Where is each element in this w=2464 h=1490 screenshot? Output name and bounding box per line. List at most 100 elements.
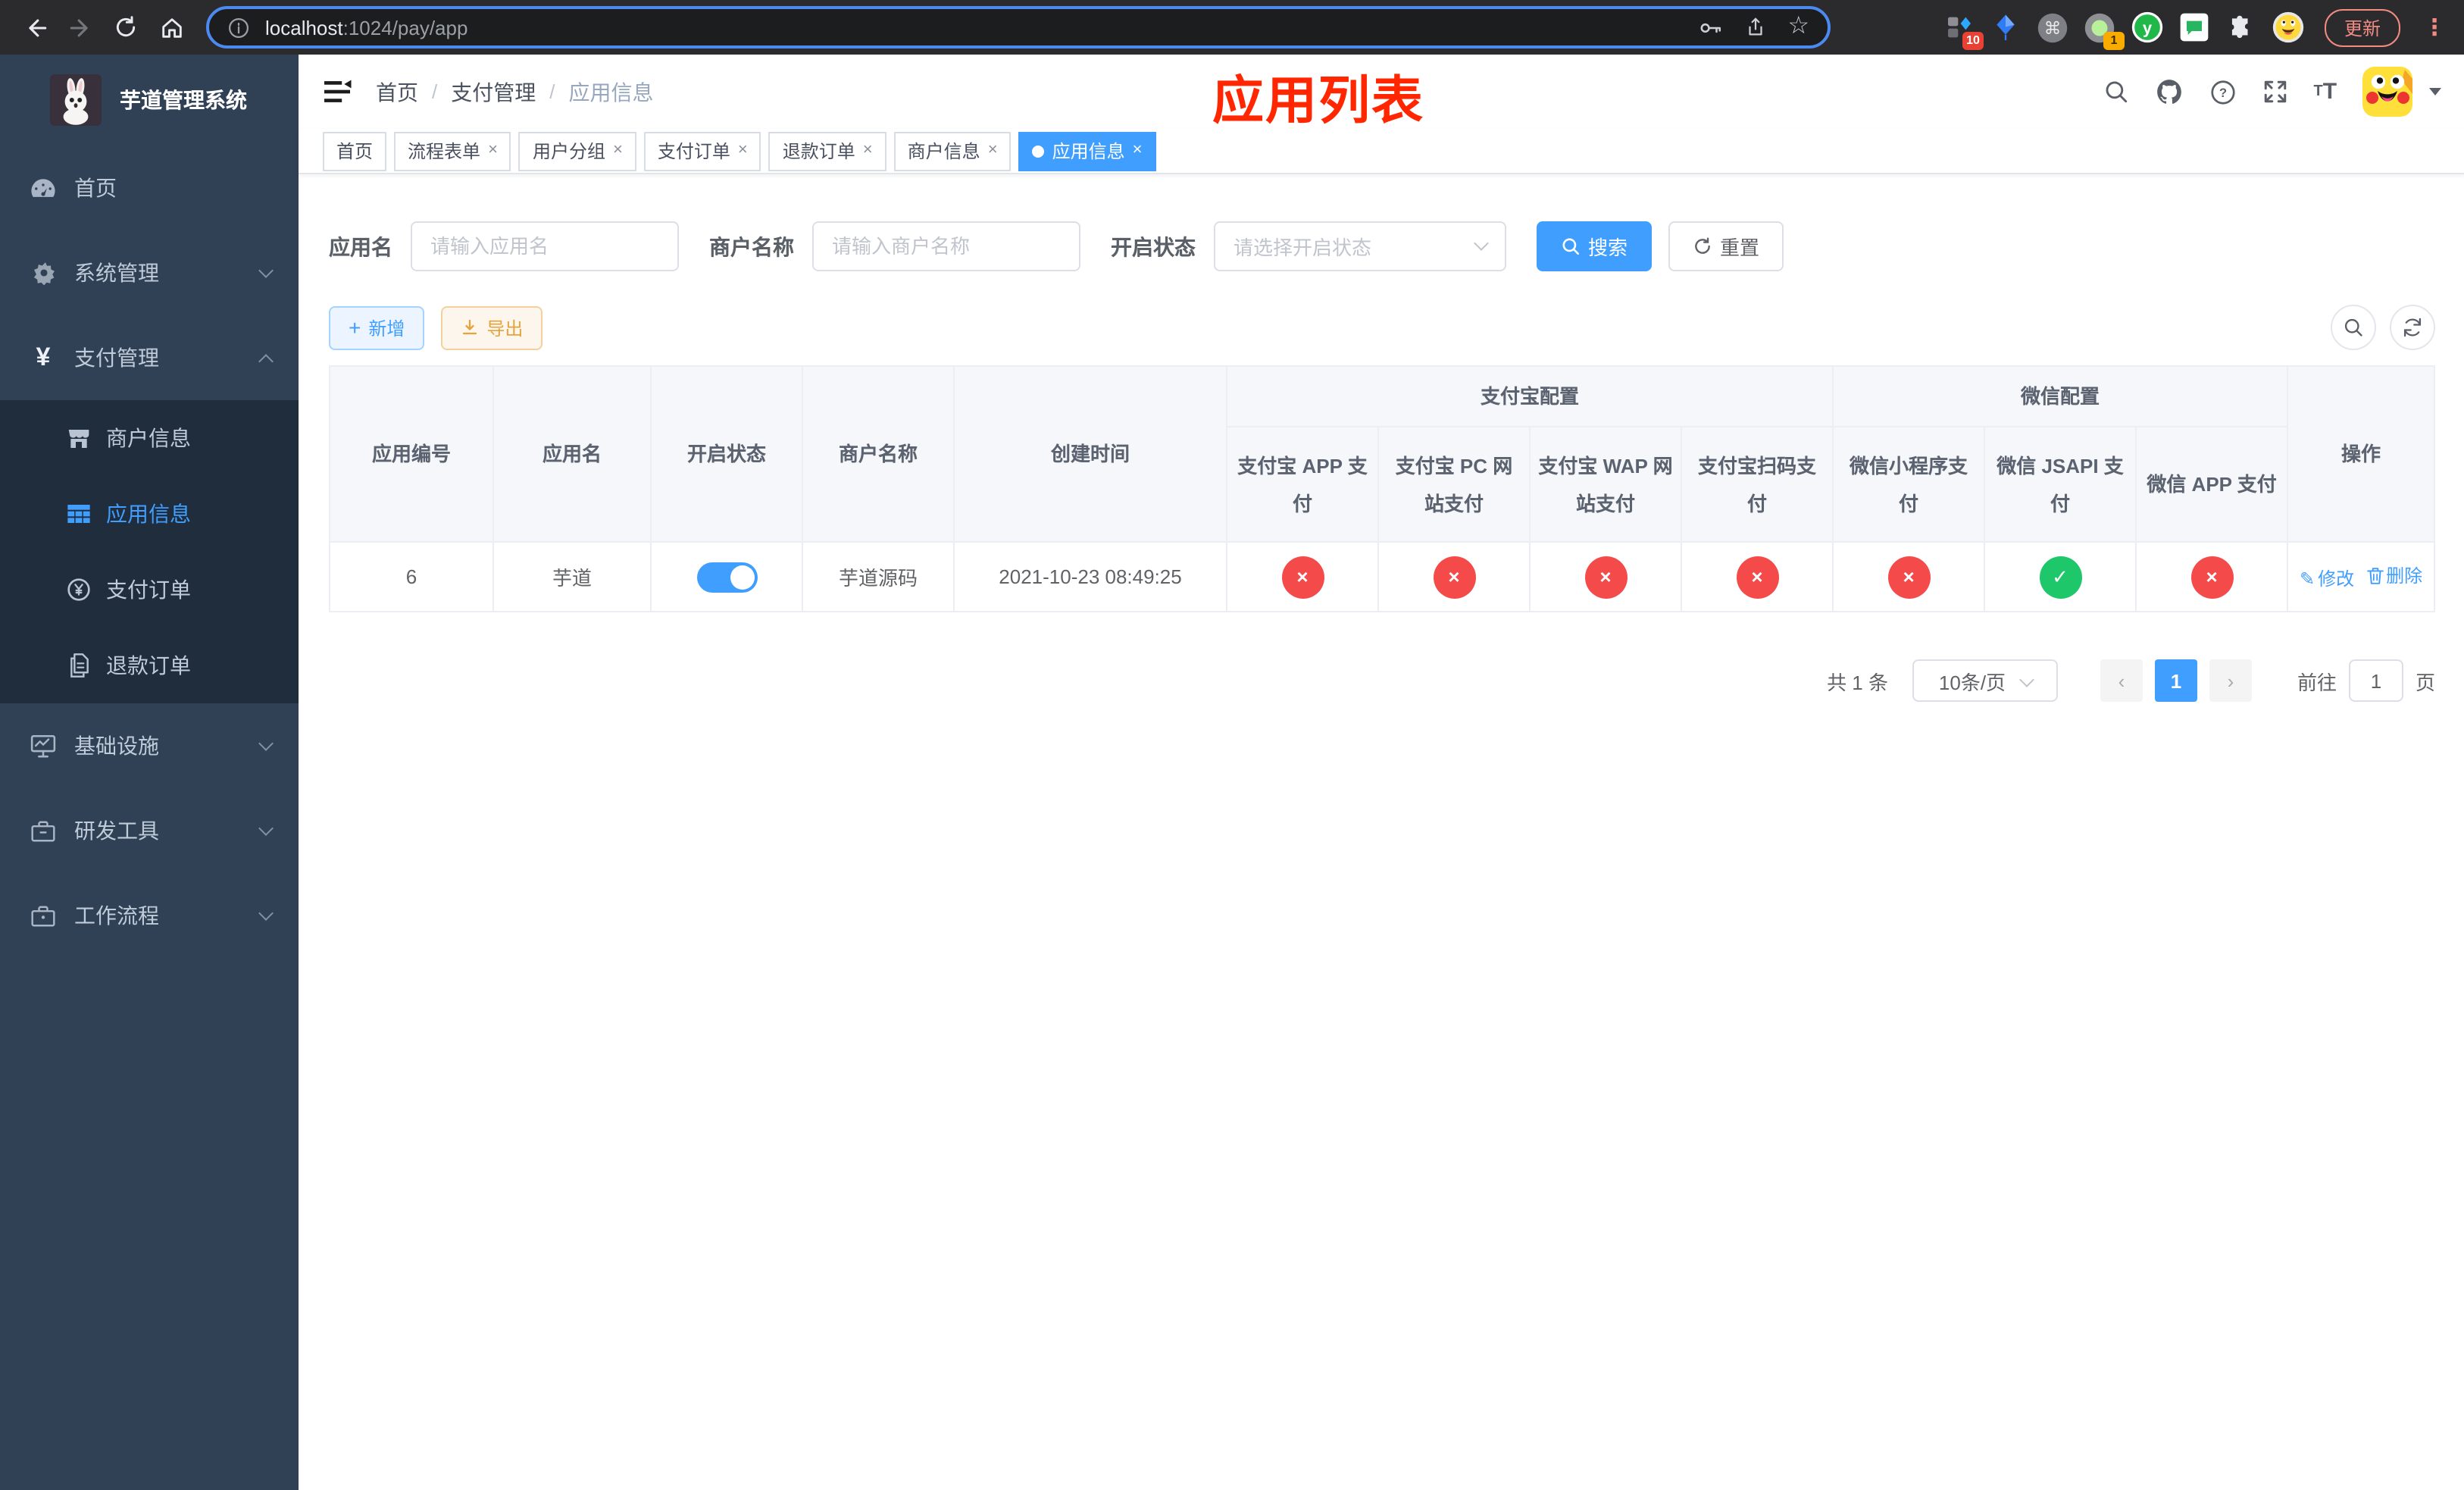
- tab-pay-orders[interactable]: 支付订单 ×: [643, 131, 761, 171]
- sidebar-item-refund-orders[interactable]: 退款订单: [0, 628, 299, 703]
- collapse-sidebar-icon[interactable]: [323, 79, 352, 105]
- app-name-input[interactable]: [411, 221, 679, 271]
- page-size-value: 10条/页: [1938, 671, 2006, 693]
- page-size-select[interactable]: 10条/页: [1912, 659, 2058, 702]
- app-logo[interactable]: 芋道管理系统: [0, 55, 299, 146]
- status-icon: ✓: [2039, 556, 2082, 598]
- tab-app-info[interactable]: 应用信息 ×: [1018, 131, 1156, 171]
- sidebar-item-label: 基础设施: [74, 734, 159, 758]
- add-button[interactable]: + 新增: [329, 305, 425, 349]
- monitor-chart-icon: [30, 734, 56, 758]
- font-size-icon[interactable]: TT: [2314, 80, 2337, 103]
- close-icon[interactable]: ×: [488, 142, 498, 159]
- app-table: 应用编号 应用名 开启状态 商户名称 创建时间 支付宝配置 微信配置 操作 支付…: [329, 365, 2436, 612]
- delete-link[interactable]: 删除: [2366, 562, 2422, 588]
- close-icon[interactable]: ×: [988, 142, 998, 159]
- browser-update-button[interactable]: 更新: [2324, 8, 2400, 46]
- status-select[interactable]: 请选择开启状态: [1214, 221, 1506, 271]
- edit-link[interactable]: ✎ 修改: [2300, 565, 2354, 591]
- browser-home-button[interactable]: [149, 5, 194, 50]
- tab-home[interactable]: 首页: [323, 131, 387, 171]
- next-page-button[interactable]: ›: [2209, 659, 2252, 702]
- status-icon: ×: [1584, 556, 1627, 598]
- avatar-caret-icon[interactable]: [2429, 88, 2442, 95]
- col-alipay-qr: 支付宝扫码支付: [1680, 426, 1834, 543]
- status-toggle[interactable]: [696, 562, 757, 592]
- sidebar-item-merchant-info[interactable]: 商户信息: [0, 400, 299, 476]
- sidebar-item-infra[interactable]: 基础设施: [0, 703, 299, 788]
- tab-process-form[interactable]: 流程表单 ×: [394, 131, 511, 171]
- chevron-up-icon: [258, 353, 274, 368]
- user-avatar[interactable]: [2362, 67, 2413, 117]
- cell-app-id: 6: [329, 541, 494, 612]
- col-actions: 操作: [2287, 365, 2436, 543]
- chevron-down-icon: [258, 906, 274, 921]
- help-icon[interactable]: ?: [2209, 78, 2237, 105]
- extensions-puzzle-icon[interactable]: [2225, 11, 2258, 44]
- close-icon[interactable]: ×: [1133, 142, 1143, 159]
- close-icon[interactable]: ×: [613, 142, 623, 159]
- cell-alipay-pc: ×: [1377, 541, 1531, 612]
- ext-yudao-icon[interactable]: y: [2131, 11, 2164, 44]
- status-icon: ×: [1281, 556, 1324, 598]
- reset-button[interactable]: 重置: [1668, 221, 1784, 271]
- github-icon[interactable]: [2155, 77, 2184, 106]
- sidebar-item-dev-tools[interactable]: 研发工具: [0, 788, 299, 873]
- close-icon[interactable]: ×: [738, 142, 748, 159]
- export-button[interactable]: 导出: [441, 305, 543, 349]
- search-form: 应用名 商户名称 开启状态 请选择开启状态: [329, 221, 2435, 271]
- url-bar[interactable]: localhost:1024/pay/app ☆: [206, 6, 1831, 49]
- site-info-icon[interactable]: [227, 16, 250, 39]
- ext-chat-icon[interactable]: [2178, 11, 2211, 44]
- ext-badge: 1: [2103, 32, 2125, 50]
- header-search-icon[interactable]: [2103, 79, 2129, 105]
- total-count: 共 1 条: [1827, 671, 1888, 693]
- bookmark-star-icon[interactable]: ☆: [1787, 14, 1809, 39]
- ext-kite-icon[interactable]: [1990, 11, 2023, 44]
- col-alipay-app: 支付宝 APP 支付: [1226, 426, 1379, 543]
- svg-text:?: ?: [2219, 86, 2226, 99]
- ext-monitor-icon[interactable]: 1: [2084, 11, 2125, 50]
- breadcrumb-home[interactable]: 首页: [376, 77, 418, 107]
- chevron-down-icon: [258, 263, 274, 278]
- home-icon: [161, 17, 181, 37]
- sidebar-item-home[interactable]: 首页: [0, 146, 299, 230]
- tab-user-group[interactable]: 用户分组 ×: [518, 131, 636, 171]
- page-number-button[interactable]: 1: [2155, 659, 2197, 702]
- browser-forward-button[interactable]: [58, 5, 103, 50]
- screen: localhost:1024/pay/app ☆ 10 ⌘ 1 y 更新 ⋮ 芋…: [0, 0, 2464, 1490]
- rabbit-logo-icon: [50, 74, 102, 126]
- browser-back-button[interactable]: [12, 5, 58, 50]
- url-text: localhost:1024/pay/app: [265, 16, 468, 39]
- cell-alipay-qr: ×: [1680, 541, 1834, 612]
- sidebar-item-app-info[interactable]: 应用信息: [0, 476, 299, 552]
- sidebar-item-workflow[interactable]: 工作流程: [0, 873, 299, 958]
- password-key-icon[interactable]: [1696, 14, 1722, 40]
- close-icon[interactable]: ×: [863, 142, 873, 159]
- sidebar-item-payment[interactable]: ¥ 支付管理: [0, 315, 299, 400]
- refresh-icon: [1695, 237, 1710, 254]
- sidebar-item-label: 应用信息: [106, 502, 191, 526]
- ext-command-icon[interactable]: ⌘: [2037, 11, 2070, 44]
- sidebar-item-pay-orders[interactable]: 支付订单: [0, 552, 299, 628]
- sidebar-item-system[interactable]: 系统管理: [0, 230, 299, 315]
- sidebar-item-label: 工作流程: [74, 903, 159, 928]
- refresh-table-button[interactable]: [2390, 305, 2436, 350]
- profile-avatar-emoji[interactable]: [2272, 11, 2305, 44]
- ext-sidepanel-icon[interactable]: 10: [1943, 11, 1984, 50]
- browser-reload-button[interactable]: [103, 5, 149, 50]
- share-icon[interactable]: [1743, 15, 1766, 39]
- gear-icon: [30, 261, 56, 285]
- breadcrumb-payment[interactable]: 支付管理: [451, 77, 536, 107]
- fullscreen-icon[interactable]: [2262, 79, 2288, 105]
- tab-refund-orders[interactable]: 退款订单 ×: [768, 131, 886, 171]
- prev-page-button[interactable]: ‹: [2100, 659, 2143, 702]
- toolbox-icon: [30, 819, 56, 842]
- search-button[interactable]: 搜索: [1537, 221, 1653, 271]
- tab-merchant-info[interactable]: 商户信息 ×: [893, 131, 1012, 171]
- browser-menu-icon[interactable]: ⋮: [2423, 14, 2446, 41]
- goto-page-input[interactable]: [2349, 659, 2404, 702]
- merchant-name-input[interactable]: [812, 221, 1080, 271]
- hide-search-button[interactable]: [2331, 305, 2377, 350]
- merchant-name-label: 商户名称: [709, 234, 794, 258]
